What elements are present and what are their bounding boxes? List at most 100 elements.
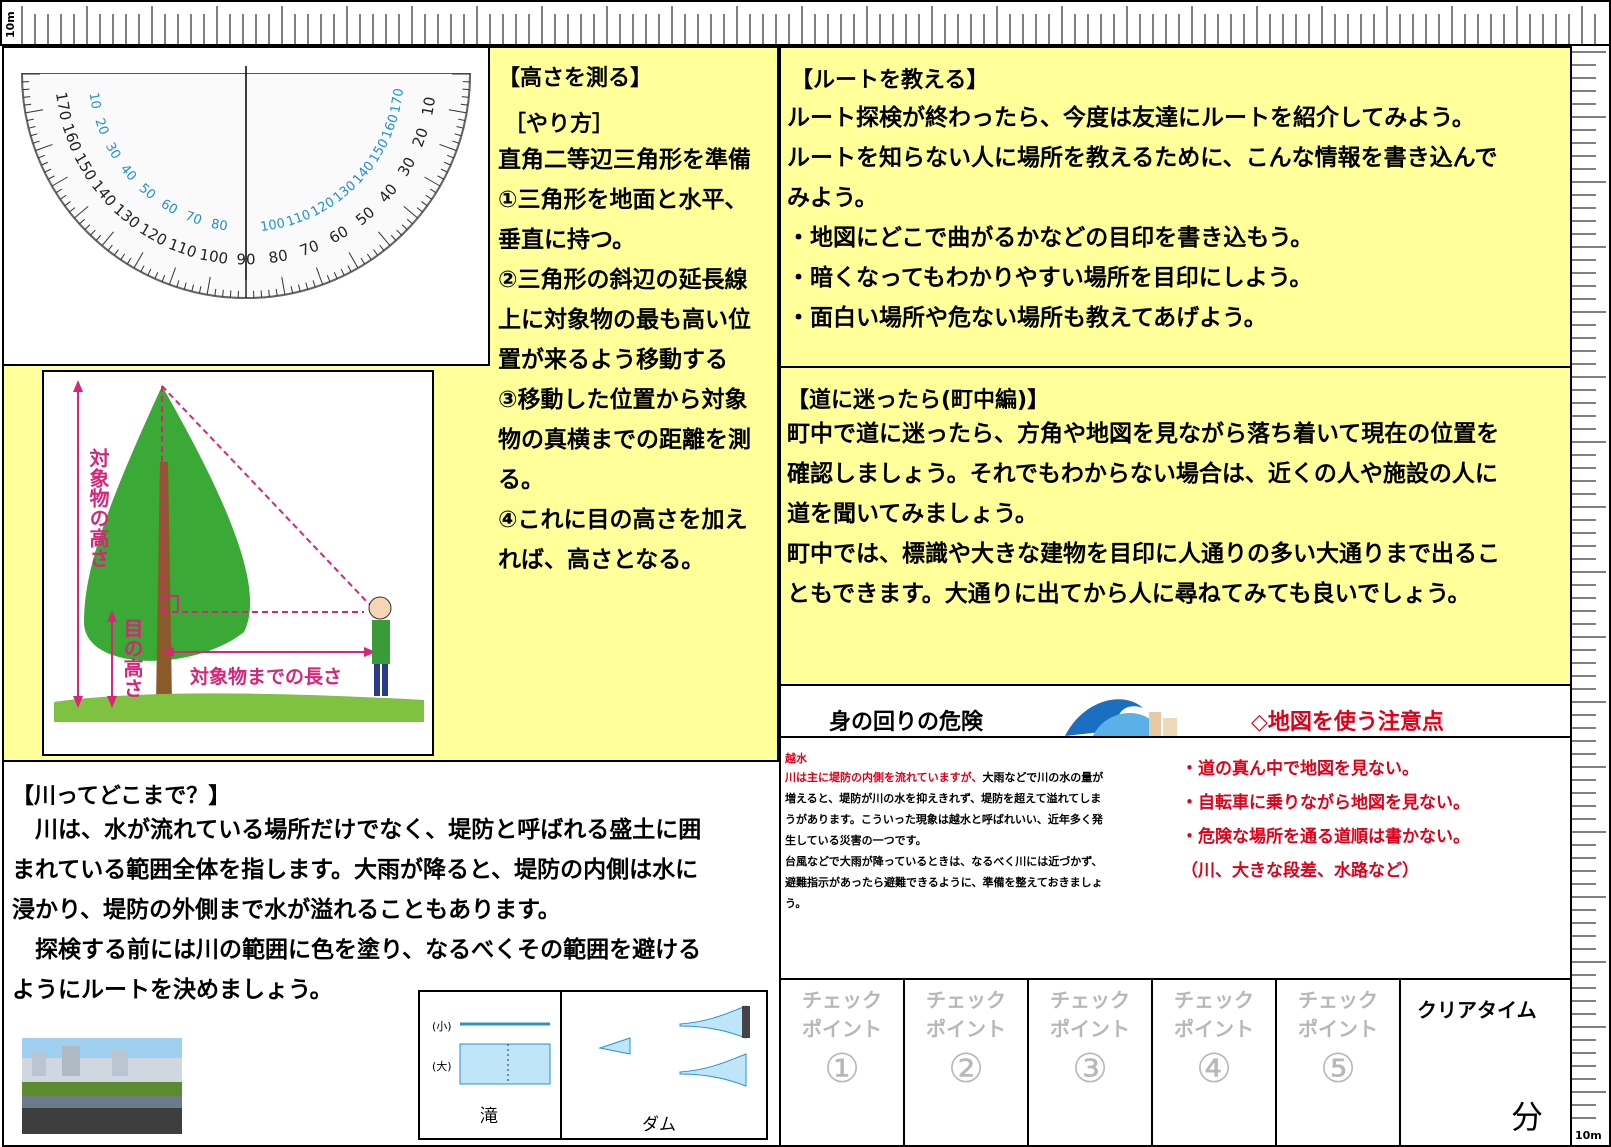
- height-step-line: ①三角形を地面と水平、: [498, 187, 748, 213]
- height-step-line: 置が来るよう移動する: [498, 347, 728, 373]
- danger-line: う。: [785, 897, 807, 910]
- checkpoint-number: ④: [1196, 1046, 1232, 1092]
- danger-text: 越水 川は主に堤防の内側を流れていますが、大雨などで川の水の量が 増えると、堤防…: [785, 752, 1169, 910]
- river-text: 川は、水が流れている場所だけでなく、堤防と呼ばれる盛土に囲 まれている範囲全体を指…: [12, 810, 773, 1010]
- height-step-line: 上に対象物の最も高い位: [498, 307, 751, 333]
- height-step-line: ②三角形の斜辺の延長線: [498, 267, 748, 293]
- right-ruler-ticks: [1572, 51, 1606, 1119]
- tree-height-label: 対象物の高さ: [86, 448, 110, 568]
- route-title: 【ルートを教える】: [791, 68, 989, 93]
- danger-heading: 越水: [785, 752, 807, 765]
- protractor-outer-label: 90: [236, 251, 255, 269]
- lost-panel: 【道に迷ったら(町中編)】 町中で道に迷ったら、方角や地図を見ながら落ち着いて現…: [779, 366, 1570, 684]
- caution-item: （川、大きな段差、水路など）: [1181, 861, 1419, 881]
- checkpoint-5: チェック ポイント ⑤: [1277, 980, 1401, 1147]
- danger-intro-black: 大雨などで川の水の量が: [982, 771, 1104, 784]
- route-panel: 【ルートを教える】 ルート探検が終わったら、今度は友達にルートを紹介してみよう。…: [779, 46, 1570, 366]
- checkpoint-label: ポイント: [802, 1017, 882, 1041]
- ruler-label-corner: 10m: [1575, 1129, 1602, 1142]
- checkpoint-label: チェック: [802, 988, 882, 1012]
- checkpoint-label: ポイント: [1174, 1017, 1254, 1041]
- caution-list: ・道の真ん中で地図を見ない。・自転車に乗りながら地図を見ない。 ・危険な場所を通る…: [1181, 752, 1561, 888]
- lost-line: 確認しましょう。それでもわからない場合は、近くの人や施設の人に: [787, 461, 1498, 487]
- height-method-panel: 【高さを測る】 ［やり方］ 直角二等辺三角形を準備 ①三角形を地面と水平、 垂直に持…: [490, 46, 779, 760]
- checkpoint-row: チェック ポイント ① チェック ポイント ② チェック ポイント ③ チェック ポイント ④ チェック…: [779, 978, 1570, 1147]
- height-step-line: 垂直に持つ。: [498, 227, 636, 253]
- top-ruler: 10m: [0, 0, 1611, 46]
- protractor-panel: 10 20 30 40 50 60 70 80 90 100 110 120 130 140 150 160 1…: [2, 46, 490, 366]
- danger-lines: 増えると、堤防が川の水を抑えきれず、堤防を超えて溢れてしま うがあります。こういっ…: [785, 792, 1169, 910]
- river-title: 【川ってどこまで？】: [12, 784, 231, 809]
- river-line: まれている範囲全体を指します。大雨が降ると、堤防の内側は水に: [12, 857, 699, 883]
- protractor-outer-label: 80: [267, 246, 289, 267]
- height-step-line: 物の真横までの距離を測: [498, 427, 751, 453]
- river-line: 探検する前には川の範囲に色を塗り、なるべくその範囲を避ける: [12, 937, 702, 963]
- route-line: みよう。: [787, 185, 878, 211]
- tree-panel: 対象物の高さ 目の高さ 対象物までの長さ: [2, 366, 490, 760]
- caution-item: ・自転車に乗りながら地図を見ない。: [1181, 793, 1470, 813]
- eye-height-label: 目の高さ: [120, 618, 144, 698]
- danger-body: 越水 川は主に堤防の内側を流れていますが、大雨などで川の水の量が 増えると、堤防…: [779, 738, 1570, 978]
- right-ruler: 10m: [1570, 46, 1611, 1147]
- lost-line: 町中で道に迷ったら、方角や地図を見ながら落ち着いて現在の位置を: [787, 421, 1500, 447]
- river-diagram: (小) (大) 滝 ダム: [418, 990, 768, 1140]
- lost-line: ともできます。大通りに出てから人に尋ねてみても良いでしょう。: [787, 581, 1471, 607]
- protractor-inner-label: 10: [86, 91, 104, 110]
- top-ruler-ticks: [21, 6, 1596, 44]
- protractor-inner-label: 80: [210, 217, 229, 235]
- checkpoint-label: チェック: [926, 988, 1006, 1012]
- checkpoint-label: チェック: [1298, 988, 1378, 1012]
- checkpoint-number: ②: [948, 1046, 984, 1092]
- wave-icon: [1065, 699, 1177, 736]
- dam-label: ダム: [642, 1115, 676, 1135]
- checkpoint-number: ⑤: [1320, 1046, 1356, 1092]
- distance-label: 対象物までの長さ: [190, 666, 343, 688]
- danger-line: うがあります。こういった現象は越水と呼ばれいい、近年多く発: [785, 813, 1103, 826]
- height-steps: 直角二等辺三角形を準備 ①三角形を地面と水平、 垂直に持つ。 ②三角形の斜辺の延長線上…: [498, 140, 773, 580]
- height-method-label: ［やり方］: [504, 112, 615, 137]
- minutes-label: 分: [1511, 1098, 1544, 1136]
- height-step-line: ④これに目の高さを加え: [498, 507, 748, 533]
- checkpoint-1: チェックポイント ①: [781, 980, 905, 1147]
- caution-item: ・道の真ん中で地図を見ない。: [1181, 759, 1419, 779]
- checkpoint-number: ③: [1072, 1046, 1108, 1092]
- height-title: 【高さを測る】: [498, 66, 653, 91]
- checkpoint-label: チェック: [1050, 988, 1130, 1012]
- protractor-outer-label: 10: [418, 95, 439, 117]
- ruler-label: 10m: [4, 11, 17, 38]
- checkpoint-label: ポイント: [1050, 1017, 1130, 1041]
- waterfall-label: 滝: [480, 1106, 498, 1127]
- danger-line: 避難指示があったら避難できるように、準備を整えておきましょ: [785, 876, 1103, 889]
- protractor-image: 1020304050607080901001101201301401501601…: [20, 66, 472, 299]
- route-bullet: ・面白い場所や危ない場所も教えてあげよう。: [787, 305, 1267, 331]
- river-line: 川は、水が流れている場所だけでなく、堤防と呼ばれる盛土に囲: [12, 817, 702, 843]
- river-photo: [22, 1038, 182, 1134]
- checkpoint-label: チェック: [1174, 988, 1254, 1012]
- caution-title: ◇地図を使う注意点: [1251, 710, 1444, 735]
- lost-line: 道を聞いてみましょう。: [787, 501, 1038, 527]
- checkpoint-2: チェックポイント ②: [905, 980, 1029, 1147]
- danger-intro-red: 川は主に堤防の内側を流れていますが、: [785, 771, 983, 784]
- checkpoint-4: チェックポイント ④: [1153, 980, 1277, 1147]
- checkpoint-3: チェックポイント ③: [1029, 980, 1153, 1147]
- danger-line: 増えると、堤防が川の水を抑えきれず、堤防を超えて溢れてしま: [785, 792, 1102, 805]
- danger-line: 台風などで大雨が降っているときは、なるべく川には近づかず、: [785, 855, 1103, 868]
- route-line: ルートを知らない人に場所を教えるために、こんな情報を書き込んで: [787, 145, 1498, 171]
- lost-text: 町中で道に迷ったら、方角や地図を見ながら落ち着いて現在の位置を 確認しましょう。そ…: [787, 414, 1564, 614]
- checkpoint-number: ①: [824, 1046, 860, 1092]
- height-step-line: ③移動した位置から対象: [498, 387, 748, 413]
- route-line: ルート探検が終わったら、今度は友達にルートを紹介してみよう。: [787, 105, 1475, 131]
- river-diagram-shapes: [459, 1005, 750, 1087]
- danger-line: 生している災害の一つです。: [785, 834, 927, 847]
- height-step-line: る。: [498, 467, 544, 493]
- route-bullet: ・地図にどこで曲がるかなどの目印を書き込もう。: [787, 225, 1314, 251]
- lost-line: 町中では、標識や大きな建物を目印に人通りの多い大通りまで出るこ: [787, 541, 1500, 567]
- caution-item: ・危険な場所を通る道順は書かない。: [1181, 827, 1470, 847]
- route-bullet: ・暗くなってもわかりやすい場所を目印にしよう。: [787, 265, 1313, 291]
- route-bullets: ・地図にどこで曲がるかなどの目印を書き込もう。 ・暗くなってもわかりやすい場所を目…: [787, 218, 1564, 338]
- river-line: 浸かり、堤防の外側まで水が溢れることもあります。: [12, 897, 561, 923]
- checkpoint-label: ポイント: [926, 1017, 1006, 1041]
- tree-illustration: 対象物の高さ 目の高さ 対象物までの長さ: [42, 370, 434, 756]
- lost-title: 【道に迷ったら(町中編)】: [787, 388, 1050, 413]
- height-step-line: れば、高さとなる。: [498, 547, 705, 573]
